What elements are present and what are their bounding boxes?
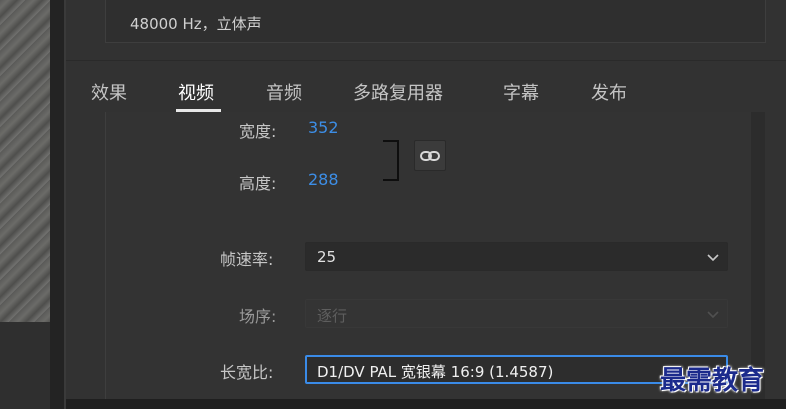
panel-border (64, 0, 66, 409)
settings-tabs: 效果 视频 音频 多路复用器 字幕 发布 (66, 66, 786, 112)
summary-audio-line: 48000 Hz，立体声 (130, 15, 262, 33)
field-order-value: 逐行 (317, 307, 348, 325)
field-order-select: 逐行 (305, 299, 728, 328)
field-order-label: 场序: (239, 307, 277, 326)
section-divider (66, 60, 786, 61)
chain-link-icon (420, 150, 440, 161)
dimension-link-bracket (383, 140, 399, 181)
tab-publish[interactable]: 发布 (591, 79, 627, 105)
settings-scrollbar[interactable] (751, 112, 765, 399)
panel-splitter[interactable] (50, 0, 64, 409)
tab-captions[interactable]: 字幕 (503, 79, 539, 105)
height-label: 高度: (239, 174, 277, 193)
width-value[interactable]: 352 (308, 118, 339, 137)
height-value[interactable]: 288 (308, 170, 339, 189)
aspect-ratio-value: D1/DV PAL 宽银幕 16:9 (1.4587) (317, 363, 554, 381)
aspect-ratio-label: 长宽比: (220, 363, 274, 382)
tab-audio[interactable]: 音频 (266, 79, 302, 105)
width-label: 宽度: (239, 122, 277, 141)
frame-rate-label: 帧速率: (220, 250, 274, 269)
tab-video[interactable]: 视频 (178, 79, 214, 105)
tab-effects[interactable]: 效果 (91, 79, 127, 105)
panel-bottom-edge (66, 399, 786, 409)
chevron-down-icon (707, 311, 719, 319)
tab-multiplexer[interactable]: 多路复用器 (353, 79, 443, 105)
video-preview-thumbnail (0, 0, 50, 322)
frame-rate-select[interactable]: 25 (305, 242, 728, 271)
site-watermark: 最需教育 (660, 366, 765, 396)
preview-lower-area (0, 322, 50, 409)
constrain-proportions-button[interactable] (414, 140, 446, 171)
frame-rate-value: 25 (317, 248, 337, 266)
chevron-down-icon (707, 254, 719, 262)
